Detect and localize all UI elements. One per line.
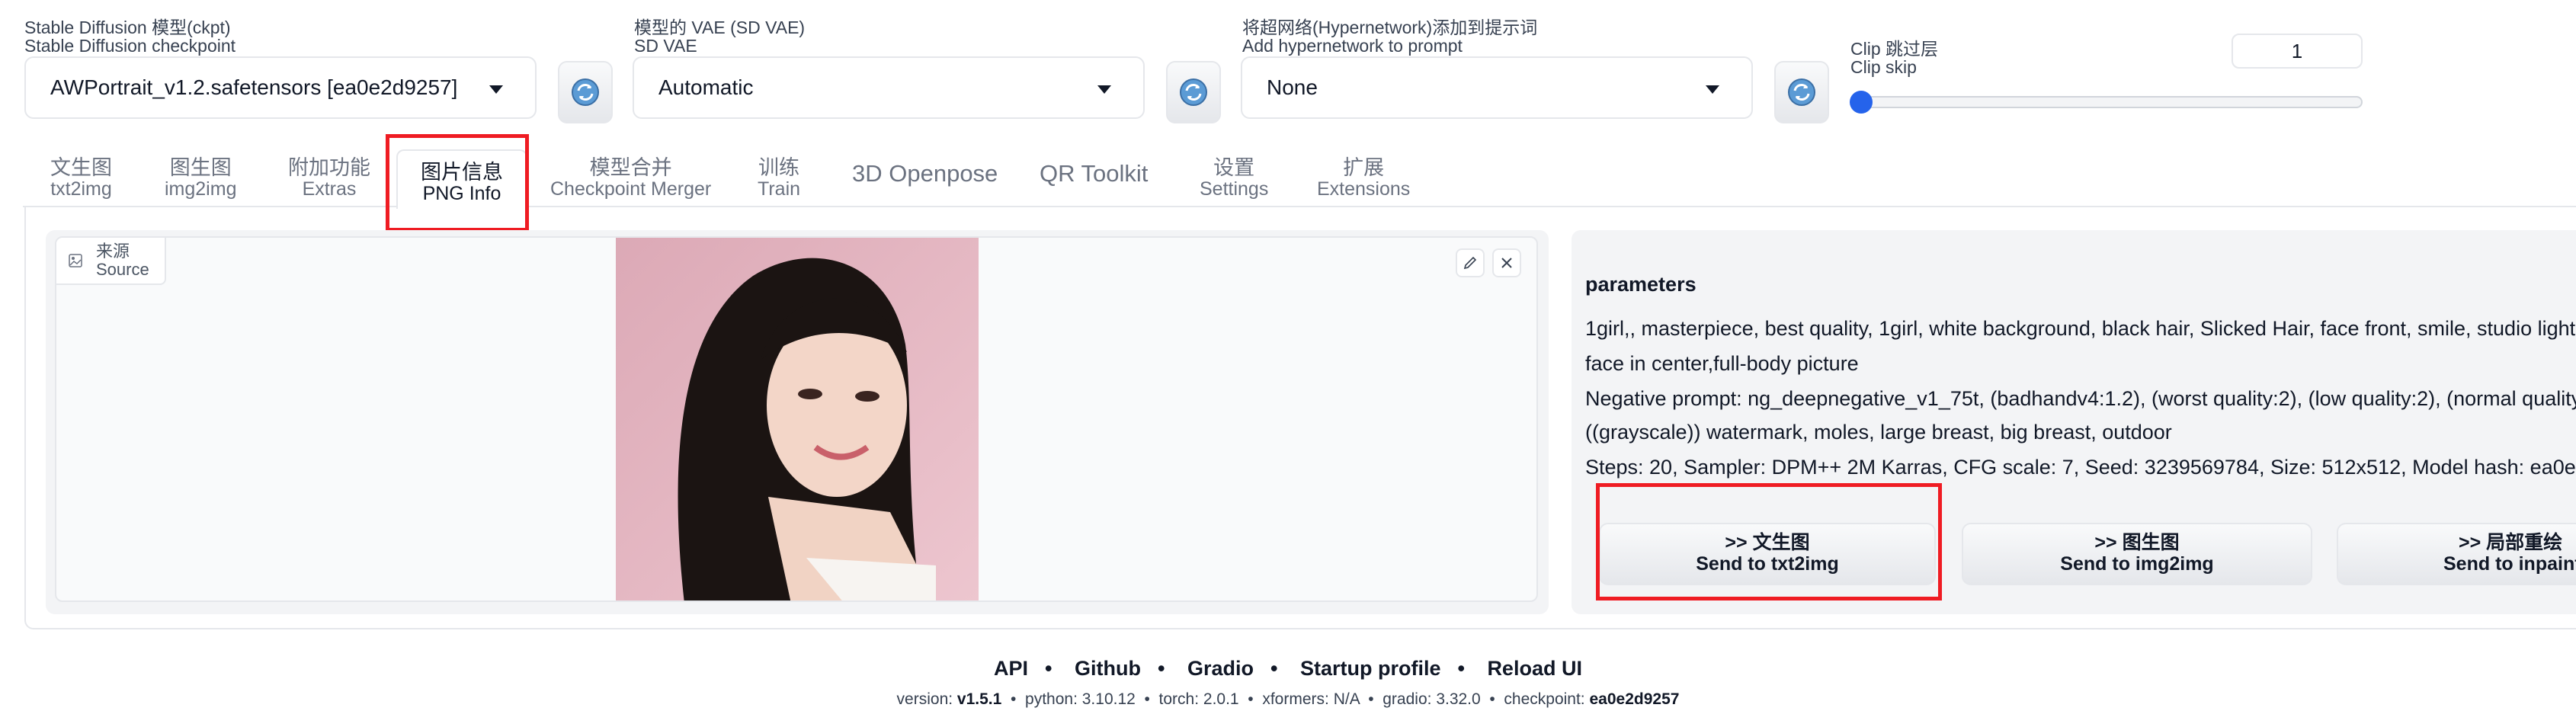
send-to-inpaint-button[interactable]: >> 局部重绘 Send to inpaint bbox=[2337, 523, 2576, 585]
chevron-down-icon bbox=[1097, 85, 1111, 94]
tab-settings[interactable]: 设置 Settings bbox=[1200, 157, 1268, 200]
gradio-value: 3.32.0 bbox=[1436, 690, 1481, 708]
footer-separator: • bbox=[1045, 657, 1053, 680]
checkpoint-label-en: Stable Diffusion checkpoint bbox=[24, 36, 236, 56]
tab-label-en: Extras bbox=[302, 178, 357, 200]
chevron-down-icon bbox=[489, 85, 503, 94]
send-to-img2img-button[interactable]: >> 图生图 Send to img2img bbox=[1962, 523, 2312, 585]
tab-label-en: img2img bbox=[165, 178, 237, 200]
parameters-line: face in center,full-body picture bbox=[1585, 352, 1859, 375]
vae-value: Automatic bbox=[658, 75, 754, 99]
parameters-line: Negative prompt: ng_deepnegative_v1_75t,… bbox=[1585, 387, 2576, 410]
source-label-cn: 来源 bbox=[96, 242, 130, 261]
version-value: v1.5.1 bbox=[956, 690, 1002, 708]
footer-separator: • bbox=[1270, 657, 1278, 680]
refresh-vae-button[interactable] bbox=[1166, 61, 1221, 123]
tab-label-cn: 设置 bbox=[1213, 156, 1255, 179]
tab-img2img[interactable]: 图生图 img2img bbox=[165, 157, 236, 200]
edit-icon bbox=[1463, 256, 1477, 270]
send-button-label-en: Send to inpaint bbox=[2443, 553, 2576, 575]
source-label-en: Source bbox=[96, 260, 149, 279]
refresh-hypernetwork-button[interactable] bbox=[1774, 61, 1829, 123]
tab-label-en: Train bbox=[758, 178, 801, 200]
tab-txt2img[interactable]: 文生图 txt2img bbox=[50, 157, 112, 200]
tab-label-en: txt2img bbox=[50, 178, 112, 200]
tab-label-cn: 附加功能 bbox=[288, 156, 370, 179]
close-icon bbox=[1501, 258, 1512, 268]
tab-label-cn: 扩展 bbox=[1343, 156, 1385, 179]
gradio-label: gradio: bbox=[1383, 690, 1432, 708]
vae-label-en: SD VAE bbox=[634, 36, 697, 56]
clip-skip-slider-thumb[interactable] bbox=[1850, 91, 1873, 114]
clip-skip-label-cn: Clip 跳过层 bbox=[1850, 39, 1939, 59]
vae-label-cn: 模型的 VAE (SD VAE) bbox=[634, 18, 806, 37]
tab-train[interactable]: 训练 Train bbox=[758, 157, 800, 200]
clip-skip-label-en: Clip skip bbox=[1850, 57, 1917, 77]
parameters-line: ((grayscale)) watermark, moles, large br… bbox=[1585, 421, 2172, 444]
source-label: 来源 Source bbox=[56, 238, 166, 285]
checkpoint-value: ea0e2d9257 bbox=[1589, 690, 1680, 708]
refresh-icon bbox=[1788, 78, 1815, 106]
footer-separator: • bbox=[1457, 657, 1465, 680]
tab-3d-openpose[interactable]: 3D Openpose bbox=[852, 162, 998, 185]
parameters-title: parameters bbox=[1585, 273, 1697, 296]
tab-label-cn: 模型合并 bbox=[589, 156, 672, 179]
tab-extras[interactable]: 附加功能 Extras bbox=[288, 157, 370, 200]
tab-qr-toolkit[interactable]: QR Toolkit bbox=[1040, 162, 1148, 185]
checkpoint-label: checkpoint: bbox=[1504, 690, 1585, 708]
tab-label-en: Checkpoint Merger bbox=[550, 178, 712, 200]
footer-link-gradio[interactable]: Gradio bbox=[1187, 657, 1254, 681]
clear-image-button[interactable] bbox=[1492, 248, 1521, 277]
checkpoint-dropdown[interactable]: AWPortrait_v1.2.safetensors [ea0e2d9257] bbox=[24, 56, 537, 119]
footer-link-startup-profile[interactable]: Startup profile bbox=[1300, 657, 1441, 681]
footer-separator: • bbox=[1158, 657, 1165, 680]
tab-label-en: Extensions bbox=[1317, 178, 1411, 200]
hypernetwork-label-en: Add hypernetwork to prompt bbox=[1242, 36, 1463, 56]
parameters-line: Steps: 20, Sampler: DPM++ 2M Karras, CFG… bbox=[1585, 456, 2576, 479]
portrait-image bbox=[616, 238, 979, 600]
vae-dropdown[interactable]: Automatic bbox=[633, 56, 1145, 119]
send-button-label-en: Send to img2img bbox=[2060, 553, 2214, 575]
tab-checkpoint-merger[interactable]: 模型合并 Checkpoint Merger bbox=[550, 157, 711, 200]
footer-version-info: version: v1.5.1 • python: 3.10.12 • torc… bbox=[896, 690, 1680, 708]
checkpoint-label-cn: Stable Diffusion 模型(ckpt) bbox=[24, 18, 231, 37]
footer-link-github[interactable]: Github bbox=[1075, 657, 1141, 681]
tab-label-cn: 图生图 bbox=[169, 156, 232, 179]
xformers-label: xformers: bbox=[1262, 690, 1329, 708]
version-label: version: bbox=[896, 690, 953, 708]
clip-skip-slider-track[interactable] bbox=[1860, 96, 2363, 108]
footer-link-api[interactable]: API bbox=[994, 657, 1028, 681]
highlight-send-to-txt2img bbox=[1596, 483, 1942, 600]
send-button-label-cn: >> 图生图 bbox=[2094, 532, 2180, 553]
tab-label-cn: 文生图 bbox=[50, 156, 112, 179]
torch-value: 2.0.1 bbox=[1203, 690, 1239, 708]
send-button-label-cn: >> 局部重绘 bbox=[2459, 532, 2563, 553]
clip-skip-number-input[interactable]: 1 bbox=[2232, 34, 2363, 69]
xformers-value: N/A bbox=[1333, 690, 1360, 708]
refresh-icon bbox=[1180, 78, 1207, 106]
refresh-icon bbox=[572, 78, 599, 106]
tab-extensions[interactable]: 扩展 Extensions bbox=[1317, 157, 1410, 200]
checkpoint-value: AWPortrait_v1.2.safetensors [ea0e2d9257] bbox=[50, 75, 458, 99]
footer-links: API • Github • Gradio • Startup profile • Re… bbox=[0, 657, 2576, 681]
hypernetwork-dropdown[interactable]: None bbox=[1241, 56, 1753, 119]
edit-image-button[interactable] bbox=[1456, 248, 1485, 277]
parameters-line: 1girl,, masterpiece, best quality, 1girl… bbox=[1585, 317, 2576, 340]
refresh-checkpoint-button[interactable] bbox=[558, 61, 613, 123]
python-value: 3.10.12 bbox=[1081, 690, 1136, 708]
hypernetwork-label-cn: 将超网络(Hypernetwork)添加到提示词 bbox=[1242, 18, 1538, 37]
tab-label-cn: 训练 bbox=[758, 156, 800, 179]
source-image-dropzone[interactable] bbox=[55, 236, 1538, 602]
hypernetwork-value: None bbox=[1267, 75, 1318, 99]
footer-link-reload-ui[interactable]: Reload UI bbox=[1487, 657, 1582, 681]
chevron-down-icon bbox=[1706, 85, 1719, 94]
image-icon bbox=[69, 254, 82, 267]
tab-label-en: Settings bbox=[1200, 178, 1269, 200]
python-label: python: bbox=[1025, 690, 1078, 708]
torch-label: torch: bbox=[1158, 690, 1200, 708]
